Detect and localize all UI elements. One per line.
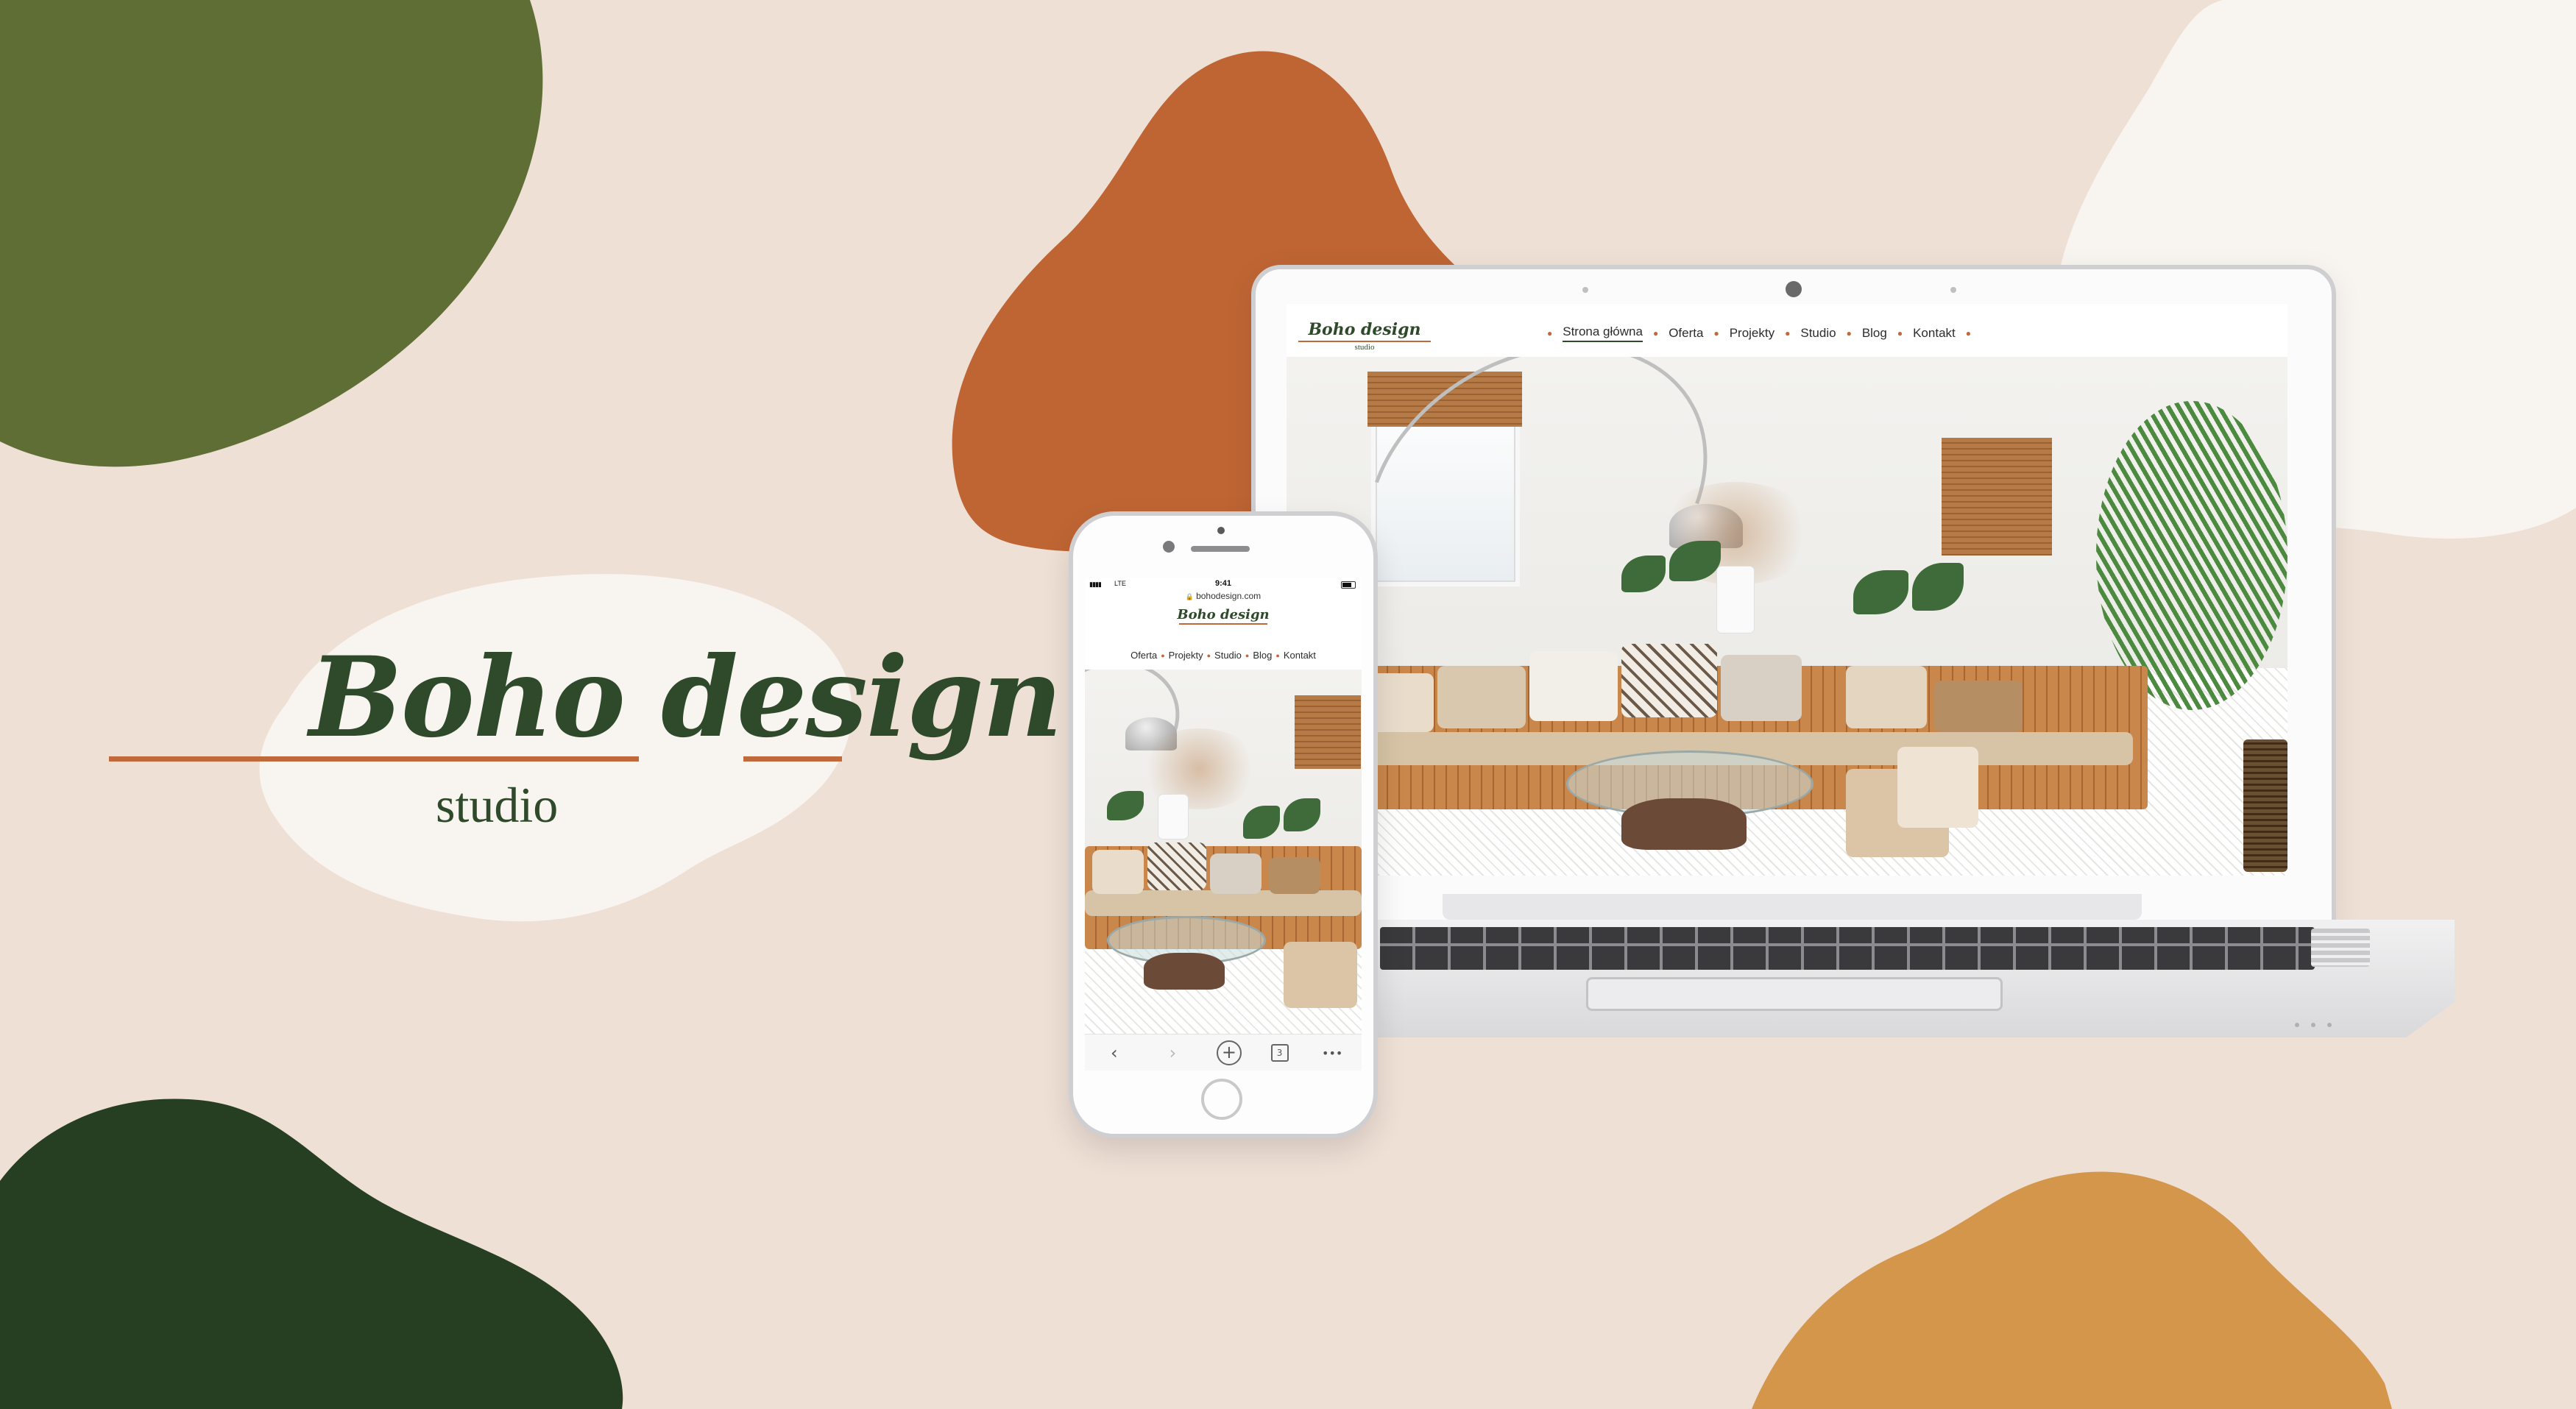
browser-toolbar: ‹ › + 3 ••• [1085,1034,1362,1071]
site-logo-title: Boho design [1308,320,1421,339]
palm-plant [2096,401,2287,710]
nav-dot-icon: ● [1652,328,1659,338]
keyboard [1380,927,2315,970]
phone-sensor [1217,527,1225,534]
site-logo[interactable]: Boho design studio [1298,320,1431,352]
nav-item-projects[interactable]: Projekty [1730,326,1774,341]
keyboard-row-divider [1380,943,2315,946]
battery-icon [1341,581,1356,589]
pillow [1437,666,1526,728]
pillow [1269,857,1320,894]
pillow [1092,850,1144,894]
nav-dot-icon: ● [1161,651,1165,659]
sensor-dot [1582,287,1588,293]
pillow [1934,681,2023,732]
table-base [1144,953,1225,990]
trackpad [1586,977,2003,1011]
nav-item-home[interactable]: Strona główna [1563,324,1643,342]
new-tab-icon[interactable]: + [1216,1040,1242,1065]
nav-dot-icon: ● [1846,328,1852,338]
vase [1717,567,1754,633]
dried-branches [1136,728,1262,809]
nav-dot-icon: ● [1785,328,1791,338]
mobile-hero-image [1085,670,1362,1034]
mobile-site-logo[interactable]: Boho design [1085,607,1362,625]
pillow [1721,655,1802,721]
bamboo-blind [1942,438,2052,556]
mobile-nav-item-projects[interactable]: Projekty [1169,650,1203,661]
mockup-stage: Boho design studio Boho design studio ● … [0,0,2576,1409]
nav-dot-icon: ● [1897,328,1903,338]
mobile-nav-item-blog[interactable]: Blog [1253,650,1272,661]
mobile-nav: Oferta ● Projekty ● Studio ● Blog ● Kont… [1085,650,1362,661]
site-logo-subtitle: studio [1354,343,1375,352]
mobile-nav-item-offer[interactable]: Oferta [1130,650,1157,661]
forward-icon[interactable]: › [1158,1043,1187,1063]
mobile-logo-underline [1179,623,1267,625]
nav-dot-icon: ● [1206,651,1211,659]
ochre-blob [1752,1171,2392,1409]
pillow [1621,644,1717,717]
status-bar: ▮▮▮▮ LTE 9:41 [1085,578,1362,591]
speaker-grille [2311,929,2370,967]
more-icon[interactable]: ••• [1317,1046,1347,1060]
basket [2243,739,2287,872]
site-header: Boho design studio ● Strona główna ● Ofe… [1287,304,2287,357]
nav-dot-icon: ● [1713,328,1719,338]
nav-dot-icon: ● [1965,328,1971,338]
nav-item-offer[interactable]: Oferta [1669,326,1703,341]
phone-screen: ▮▮▮▮ LTE 9:41 🔒 bohodesign.com Boho desig… [1085,578,1362,1071]
olive-blob [0,0,543,467]
mobile-nav-item-studio[interactable]: Studio [1214,650,1242,661]
brand-logo-title: Boho design [309,633,1063,762]
status-time: 9:41 [1214,579,1232,588]
url-text: bohodesign.com [1196,591,1262,601]
site-nav: ● Strona główna ● Oferta ● Projekty ● St… [1537,324,1981,342]
sofa-seat [1085,890,1362,916]
vase [1158,795,1188,839]
nav-item-contact[interactable]: Kontakt [1913,326,1956,341]
indicator-dot [2311,1023,2315,1027]
laptop-screen: Boho design studio ● Strona główna ● Ofe… [1287,304,2287,876]
address-bar[interactable]: 🔒 bohodesign.com [1085,591,1362,604]
nav-item-studio[interactable]: Studio [1800,326,1836,341]
brand-logo-subtitle: studio [436,777,559,833]
floor-pillow [1897,747,1978,828]
phone-speaker [1191,546,1250,552]
mobile-logo-title: Boho design [1177,607,1270,622]
nav-dot-icon: ● [1245,651,1250,659]
mobile-nav-item-contact[interactable]: Kontakt [1284,650,1316,661]
nav-item-blog[interactable]: Blog [1862,326,1887,341]
site-logo-underline [1298,341,1431,342]
front-camera-icon [1163,541,1175,553]
pillow [1846,666,1927,728]
back-icon[interactable]: ‹ [1100,1043,1129,1063]
hero-image [1287,357,2287,876]
indicator-dot [2327,1023,2332,1027]
laptop-hinge [1443,894,2142,920]
bamboo-blind [1295,695,1361,769]
nav-dot-icon: ● [1547,328,1553,338]
floor-pillow [1284,942,1357,1008]
tabs-count-icon[interactable]: 3 [1270,1044,1289,1062]
nav-dot-icon: ● [1275,651,1280,659]
sensor-dot [1950,287,1956,293]
pillow [1529,651,1618,721]
webcam-icon [1786,281,1802,297]
home-button[interactable] [1201,1079,1242,1120]
table-base [1621,798,1747,850]
forest-blob [0,1099,623,1409]
pillow [1147,842,1206,890]
lock-icon: 🔒 [1185,593,1195,600]
pillow [1210,853,1262,894]
indicator-dot [2295,1023,2299,1027]
